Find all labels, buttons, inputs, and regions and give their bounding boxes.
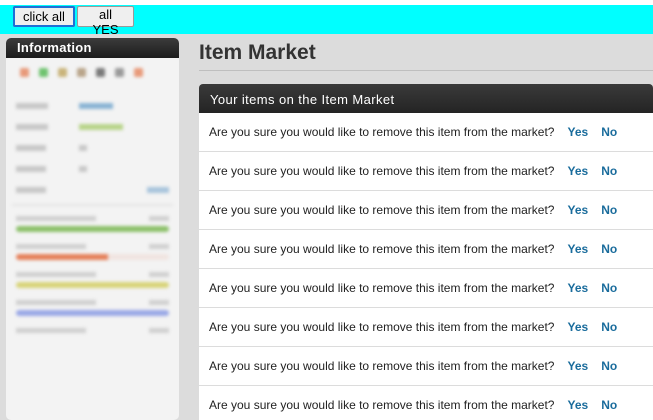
happy-bar-block	[6, 266, 179, 294]
title-divider	[199, 70, 653, 71]
information-sidebar: Information	[6, 38, 179, 420]
no-link[interactable]: No	[601, 320, 617, 334]
status-icon	[77, 68, 86, 77]
yes-link[interactable]: Yes	[567, 359, 588, 373]
list-item: Are you sure you would like to remove th…	[199, 347, 653, 386]
page-title: Item Market	[199, 41, 316, 64]
yes-link[interactable]: Yes	[567, 242, 588, 256]
all-yes-button[interactable]: all YES	[77, 6, 134, 37]
top-toolbar: click all all YES	[0, 0, 653, 37]
yes-link[interactable]: Yes	[567, 398, 588, 412]
energy-bar-block	[6, 210, 179, 238]
stat-row	[6, 95, 179, 116]
confirm-question: Are you sure you would like to remove th…	[209, 398, 555, 412]
list-item: Are you sure you would like to remove th…	[199, 269, 653, 308]
no-link[interactable]: No	[601, 203, 617, 217]
life-bar-block	[6, 294, 179, 322]
list-item: Are you sure you would like to remove th…	[199, 230, 653, 269]
sidebar-header: Information	[6, 38, 179, 58]
yes-link[interactable]: Yes	[567, 281, 588, 295]
life-bar	[16, 310, 169, 316]
yes-link[interactable]: Yes	[567, 203, 588, 217]
confirm-question: Are you sure you would like to remove th…	[209, 164, 555, 178]
stat-row	[6, 116, 179, 137]
stat-row	[6, 179, 179, 200]
energy-bar	[16, 226, 169, 232]
list-item: Are you sure you would like to remove th…	[199, 113, 653, 152]
list-item: Are you sure you would like to remove th…	[199, 386, 653, 420]
no-link[interactable]: No	[601, 281, 617, 295]
confirm-question: Are you sure you would like to remove th…	[209, 359, 555, 373]
chain-bar-block	[6, 322, 179, 344]
yes-link[interactable]: Yes	[567, 125, 588, 139]
market-items-panel: Your items on the Item Market Are you su…	[199, 84, 653, 420]
status-icon	[134, 68, 143, 77]
no-link[interactable]: No	[601, 164, 617, 178]
divider	[12, 204, 173, 206]
no-link[interactable]: No	[601, 125, 617, 139]
status-icon	[58, 68, 67, 77]
stat-row	[6, 158, 179, 179]
yes-link[interactable]: Yes	[567, 164, 588, 178]
list-item: Are you sure you would like to remove th…	[199, 152, 653, 191]
confirm-question: Are you sure you would like to remove th…	[209, 281, 555, 295]
yes-link[interactable]: Yes	[567, 320, 588, 334]
nerve-bar-block	[6, 238, 179, 266]
no-link[interactable]: No	[601, 359, 617, 373]
main-content: Item Market Your items on the Item Marke…	[199, 38, 653, 420]
panel-header: Your items on the Item Market	[199, 84, 653, 113]
stat-row	[6, 137, 179, 158]
status-icons	[6, 58, 179, 81]
status-icon	[96, 68, 105, 77]
status-icon	[20, 68, 29, 77]
no-link[interactable]: No	[601, 398, 617, 412]
sidebar-blurred-content	[6, 58, 179, 344]
nerve-bar	[16, 254, 169, 260]
happy-bar	[16, 282, 169, 288]
list-item: Are you sure you would like to remove th…	[199, 191, 653, 230]
status-icon	[39, 68, 48, 77]
confirm-question: Are you sure you would like to remove th…	[209, 242, 555, 256]
list-item: Are you sure you would like to remove th…	[199, 308, 653, 347]
confirm-question: Are you sure you would like to remove th…	[209, 125, 555, 139]
click-all-button[interactable]: click all	[13, 6, 75, 27]
status-icon	[115, 68, 124, 77]
confirm-question: Are you sure you would like to remove th…	[209, 203, 555, 217]
confirm-question: Are you sure you would like to remove th…	[209, 320, 555, 334]
no-link[interactable]: No	[601, 242, 617, 256]
